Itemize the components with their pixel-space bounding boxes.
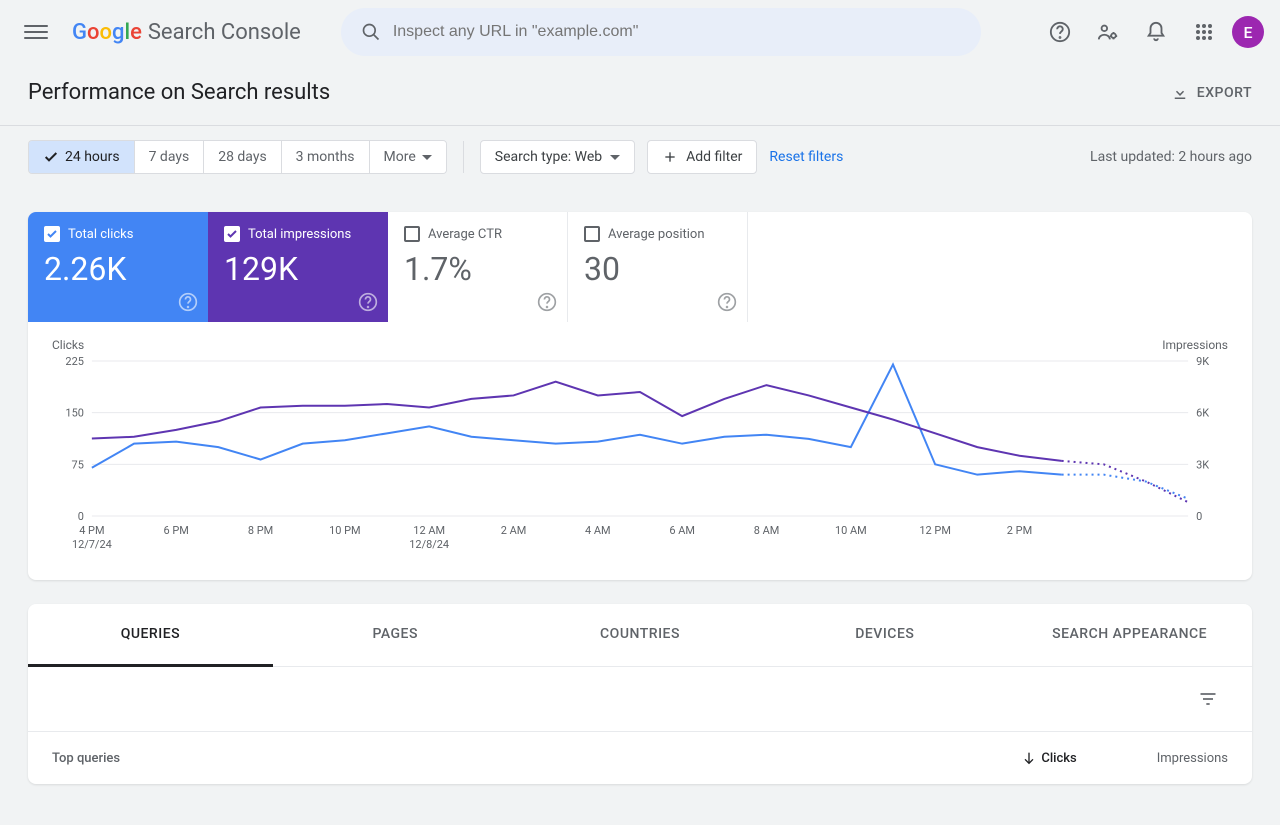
range-3m[interactable]: 3 months — [282, 141, 370, 173]
filter-icon[interactable] — [1188, 679, 1228, 719]
caret-down-icon — [422, 155, 432, 160]
checkbox-icon — [404, 226, 420, 242]
svg-text:3K: 3K — [1196, 458, 1209, 471]
add-filter-button[interactable]: Add filter — [647, 140, 757, 174]
svg-text:75: 75 — [72, 458, 84, 471]
performance-card: Total clicks 2.26K Total impressions 129… — [28, 212, 1252, 580]
svg-text:2 AM: 2 AM — [501, 524, 527, 537]
help-icon[interactable] — [358, 292, 378, 312]
range-more[interactable]: More — [370, 141, 446, 173]
menu-icon[interactable] — [16, 12, 56, 52]
help-icon[interactable] — [717, 292, 737, 312]
right-axis-label: Impressions — [1162, 338, 1228, 352]
apps-icon[interactable] — [1184, 12, 1224, 52]
help-icon[interactable] — [178, 292, 198, 312]
date-range-group: 24 hours 7 days 28 days 3 months More — [28, 140, 447, 174]
metric-clicks[interactable]: Total clicks 2.26K — [28, 212, 208, 322]
svg-text:9K: 9K — [1196, 356, 1209, 368]
checkbox-icon — [584, 226, 600, 242]
export-button[interactable]: EXPORT — [1171, 84, 1252, 102]
tab-search-appearance[interactable]: SEARCH APPEARANCE — [1007, 604, 1252, 666]
metric-impressions[interactable]: Total impressions 129K — [208, 212, 388, 322]
svg-text:0: 0 — [78, 510, 84, 523]
help-icon[interactable] — [537, 292, 557, 312]
search-box[interactable] — [341, 8, 981, 56]
svg-text:12/8/24: 12/8/24 — [409, 538, 449, 551]
svg-text:8 PM: 8 PM — [248, 524, 273, 537]
app-header: Google Search Console E — [0, 0, 1280, 64]
metrics-row: Total clicks 2.26K Total impressions 129… — [28, 212, 1252, 322]
svg-text:12/7/24: 12/7/24 — [72, 538, 112, 551]
svg-text:4 PM: 4 PM — [79, 524, 104, 537]
divider — [463, 141, 464, 173]
plus-icon — [662, 149, 678, 165]
help-icon[interactable] — [1040, 12, 1080, 52]
check-icon — [43, 149, 59, 165]
svg-text:10 AM: 10 AM — [835, 524, 867, 537]
arrow-down-icon — [1021, 750, 1037, 766]
users-icon[interactable] — [1088, 12, 1128, 52]
tab-pages[interactable]: PAGES — [273, 604, 518, 666]
svg-text:10 PM: 10 PM — [329, 524, 360, 537]
tabs-row: QUERIES PAGES COUNTRIES DEVICES SEARCH A… — [28, 604, 1252, 667]
page-header: Performance on Search results EXPORT — [0, 64, 1280, 125]
svg-text:150: 150 — [65, 407, 83, 420]
svg-text:0: 0 — [1196, 510, 1202, 523]
checkbox-icon — [44, 226, 60, 242]
tab-devices[interactable]: DEVICES — [762, 604, 1007, 666]
tab-countries[interactable]: COUNTRIES — [518, 604, 763, 666]
svg-text:2 PM: 2 PM — [1007, 524, 1032, 537]
svg-text:225: 225 — [65, 356, 83, 368]
table-header: Top queries Clicks Impressions — [28, 731, 1252, 784]
logo[interactable]: Google Search Console — [72, 20, 301, 45]
svg-text:6 PM: 6 PM — [164, 524, 189, 537]
dimensions-card: QUERIES PAGES COUNTRIES DEVICES SEARCH A… — [28, 604, 1252, 784]
caret-down-icon — [610, 155, 620, 160]
page-title: Performance on Search results — [28, 80, 330, 105]
metric-ctr[interactable]: Average CTR 1.7% — [388, 212, 568, 322]
left-axis-label: Clicks — [52, 338, 84, 352]
range-7d[interactable]: 7 days — [135, 141, 205, 173]
avatar[interactable]: E — [1232, 16, 1264, 48]
svg-text:4 AM: 4 AM — [585, 524, 611, 537]
reset-filters-link[interactable]: Reset filters — [769, 149, 843, 165]
search-type-chip[interactable]: Search type: Web — [480, 140, 635, 174]
performance-chart[interactable]: 0 0 75 3K 150 6K 225 9K 4 PM12/7/24 6 PM 8 PM 10 PM… — [52, 356, 1228, 556]
chart-area: Clicks Impressions 00753K1506K2259K4 PM1… — [28, 322, 1252, 580]
svg-text:6 AM: 6 AM — [669, 524, 695, 537]
last-updated-text: Last updated: 2 hours ago — [1090, 149, 1252, 165]
svg-text:12 PM: 12 PM — [919, 524, 950, 537]
col-impressions[interactable]: Impressions — [1157, 751, 1228, 766]
filters-bar: 24 hours 7 days 28 days 3 months More Se… — [0, 125, 1280, 188]
checkbox-icon — [224, 226, 240, 242]
download-icon — [1171, 84, 1189, 102]
svg-text:6K: 6K — [1196, 407, 1209, 420]
range-24h[interactable]: 24 hours — [29, 141, 135, 173]
range-28d[interactable]: 28 days — [204, 141, 281, 173]
search-icon — [361, 22, 381, 42]
col-queries: Top queries — [52, 751, 1021, 766]
tab-queries[interactable]: QUERIES — [28, 604, 273, 667]
search-input[interactable] — [393, 23, 961, 41]
metric-position[interactable]: Average position 30 — [568, 212, 748, 322]
svg-text:8 AM: 8 AM — [754, 524, 780, 537]
svg-text:12 AM: 12 AM — [413, 524, 445, 537]
notifications-icon[interactable] — [1136, 12, 1176, 52]
product-name: Search Console — [148, 20, 301, 45]
col-clicks[interactable]: Clicks — [1021, 750, 1076, 766]
